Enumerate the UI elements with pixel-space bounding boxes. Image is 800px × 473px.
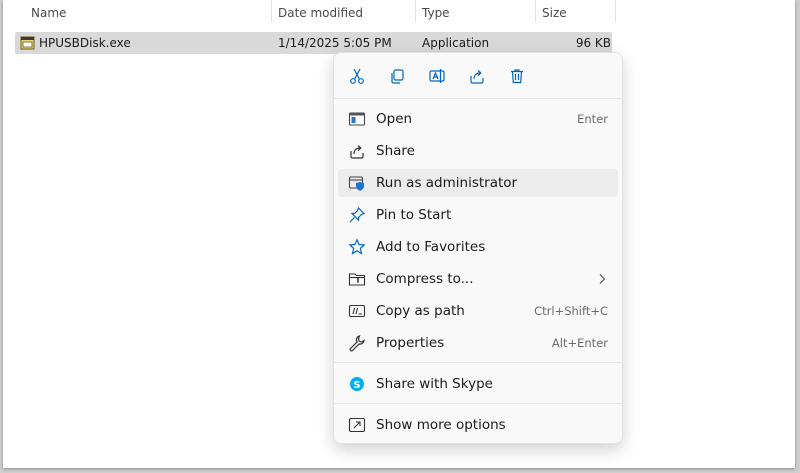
- menu-item-label: Copy as path: [376, 303, 465, 319]
- more-options-icon: [348, 416, 366, 434]
- zip-folder-icon: [348, 270, 366, 288]
- menu-item-share[interactable]: Share: [338, 137, 618, 165]
- column-divider[interactable]: [415, 0, 416, 22]
- menu-separator: [334, 362, 622, 363]
- share-icon: [348, 142, 366, 160]
- wrench-icon: [348, 334, 366, 352]
- column-divider[interactable]: [615, 0, 616, 22]
- shield-window-icon: [348, 174, 366, 192]
- open-window-icon: [348, 110, 366, 128]
- file-date-modified: 1/14/2025 5:05 PM: [278, 36, 392, 50]
- pin-icon: [348, 206, 366, 224]
- rename-icon: [428, 67, 446, 85]
- column-divider[interactable]: [535, 0, 536, 22]
- column-header-size[interactable]: Size: [542, 0, 612, 26]
- file-size: 96 KB: [575, 36, 611, 50]
- menu-item-label: Share with Skype: [376, 376, 493, 392]
- menu-item-properties[interactable]: Properties Alt+Enter: [338, 329, 618, 357]
- skype-icon: S: [348, 375, 366, 393]
- menu-item-label: Add to Favorites: [376, 239, 486, 255]
- menu-item-label: Compress to...: [376, 271, 474, 287]
- menu-item-pin-to-start[interactable]: Pin to Start: [338, 201, 618, 229]
- menu-item-label: Open: [376, 111, 413, 127]
- menu-separator: [334, 98, 622, 99]
- menu-item-open[interactable]: Open Enter: [338, 105, 618, 133]
- menu-separator: [334, 403, 622, 404]
- menu-item-accelerator: Ctrl+Shift+C: [534, 304, 608, 318]
- svg-text:S: S: [353, 380, 360, 391]
- menu-item-accelerator: Enter: [577, 112, 608, 126]
- chevron-right-icon: [598, 273, 606, 285]
- file-name: HPUSBDisk.exe: [39, 36, 131, 50]
- share-button[interactable]: [466, 65, 488, 87]
- menu-item-add-to-favorites[interactable]: Add to Favorites: [338, 233, 618, 261]
- cut-button[interactable]: [346, 65, 368, 87]
- star-icon: [348, 238, 366, 256]
- rename-button[interactable]: [426, 65, 448, 87]
- file-explorer-window: ⌃ Name Date modified Type Size HPUSBDisk…: [3, 0, 795, 468]
- menu-item-label: Run as administrator: [376, 175, 518, 191]
- copy-path-icon: [348, 302, 366, 320]
- menu-item-run-as-administrator[interactable]: Run as administrator: [338, 169, 618, 197]
- application-exe-icon: [20, 35, 36, 51]
- context-menu: Open Enter Share Run as administrator Pi…: [333, 52, 623, 444]
- menu-item-compress-to[interactable]: Compress to...: [338, 265, 618, 293]
- menu-item-label: Show more options: [376, 417, 506, 433]
- share-icon: [468, 67, 486, 85]
- menu-item-show-more-options[interactable]: Show more options: [338, 411, 618, 439]
- copy-icon: [388, 67, 406, 85]
- menu-item-copy-as-path[interactable]: Copy as path Ctrl+Shift+C: [338, 297, 618, 325]
- file-type: Application: [422, 36, 490, 50]
- delete-button[interactable]: [506, 65, 528, 87]
- delete-icon: [508, 67, 526, 85]
- cut-icon: [348, 67, 366, 85]
- column-divider[interactable]: [271, 0, 272, 22]
- file-row-selected[interactable]: HPUSBDisk.exe 1/14/2025 5:05 PM Applicat…: [15, 32, 612, 54]
- column-header-type[interactable]: Type: [422, 0, 532, 26]
- copy-button[interactable]: [386, 65, 408, 87]
- column-header-name[interactable]: Name: [31, 0, 271, 26]
- menu-item-accelerator: Alt+Enter: [551, 336, 608, 350]
- menu-item-label: Share: [376, 143, 415, 159]
- column-header-date-modified[interactable]: Date modified: [278, 0, 413, 26]
- menu-item-label: Properties: [376, 335, 445, 351]
- menu-item-share-with-skype[interactable]: S Share with Skype: [338, 370, 618, 398]
- menu-item-label: Pin to Start: [376, 207, 452, 223]
- column-header-row: ⌃ Name Date modified Type Size: [3, 0, 623, 26]
